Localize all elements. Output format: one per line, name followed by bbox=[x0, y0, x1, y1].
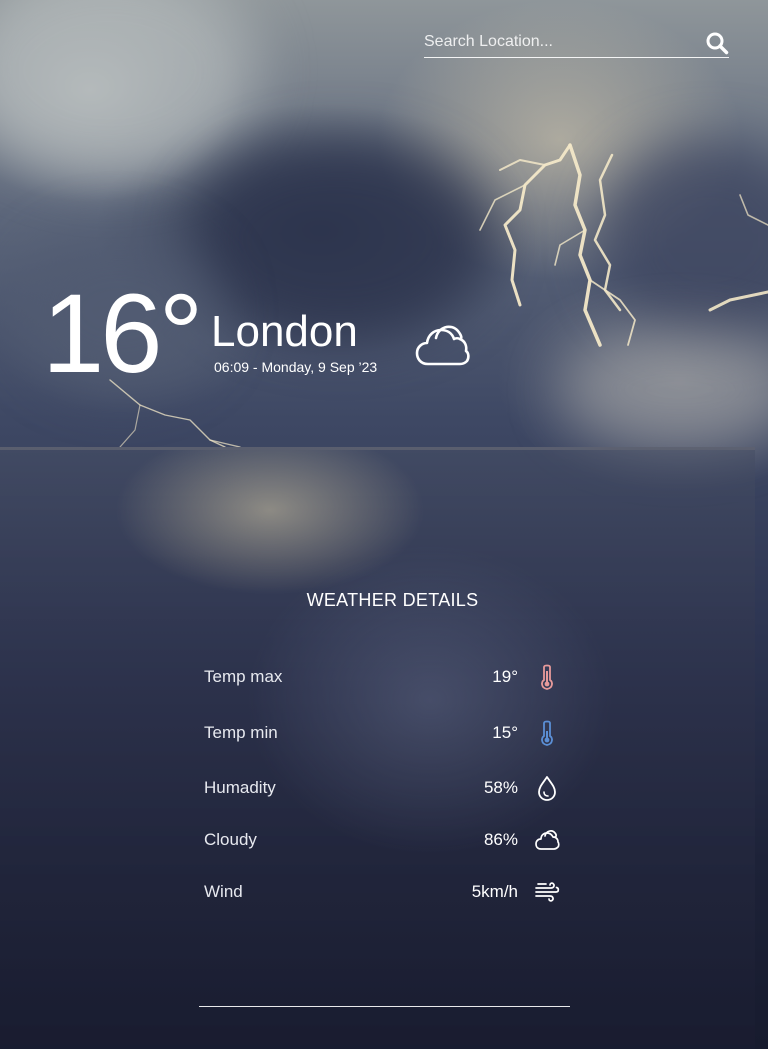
bottom-divider bbox=[199, 1006, 570, 1007]
detail-row-humidity: Humadity 58% bbox=[204, 774, 560, 802]
detail-value: 19° bbox=[492, 667, 518, 686]
date-time: 06:09 - Monday, 9 Sep ’23 bbox=[214, 359, 378, 375]
search-bar bbox=[424, 28, 729, 58]
wind-icon bbox=[534, 878, 560, 906]
detail-row-cloudy: Cloudy 86% bbox=[204, 826, 560, 854]
cloud-icon bbox=[414, 318, 470, 370]
detail-row-wind: Wind 5km/h bbox=[204, 878, 560, 906]
detail-value: 58% bbox=[483, 778, 518, 797]
detail-label: Cloudy bbox=[204, 830, 257, 849]
detail-value: 5km/h bbox=[471, 882, 518, 901]
detail-label: Temp min bbox=[204, 723, 278, 742]
droplet-icon bbox=[534, 774, 560, 802]
detail-value: 15° bbox=[492, 723, 518, 742]
detail-label: Temp max bbox=[204, 667, 283, 686]
detail-value: 86% bbox=[483, 830, 518, 849]
cloud-icon bbox=[534, 826, 560, 854]
detail-label: Humadity bbox=[204, 778, 276, 797]
current-temperature: 16° bbox=[42, 271, 203, 396]
details-panel bbox=[0, 447, 755, 1049]
thermometer-hot-icon bbox=[534, 663, 560, 691]
thermometer-cold-icon bbox=[534, 719, 560, 747]
detail-label: Wind bbox=[204, 882, 243, 901]
detail-row-temp-max: Temp max 19° bbox=[204, 663, 560, 691]
search-input[interactable] bbox=[424, 28, 694, 56]
weather-details-title: WEATHER DETAILS bbox=[306, 590, 479, 610]
search-icon[interactable] bbox=[705, 31, 729, 55]
city-name: London bbox=[211, 307, 358, 356]
detail-row-temp-min: Temp min 15° bbox=[204, 719, 560, 747]
